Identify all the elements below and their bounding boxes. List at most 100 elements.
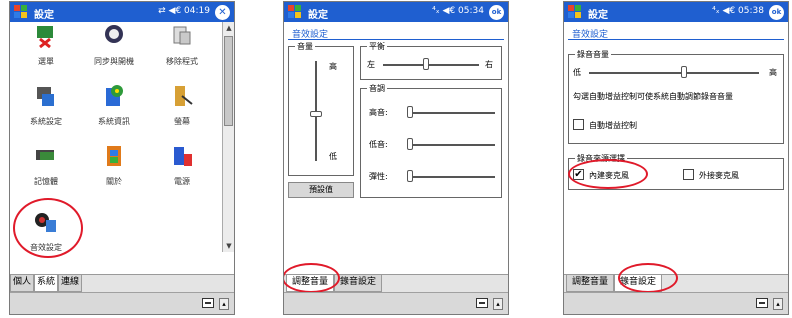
highlight-circle: [13, 198, 83, 258]
keyboard-icon[interactable]: [476, 298, 488, 308]
treble-slider-thumb[interactable]: [407, 106, 413, 118]
settings-item-label: 選單: [38, 57, 54, 66]
tab-personal[interactable]: 個人: [10, 275, 34, 292]
external-mic-checkbox[interactable]: [683, 169, 694, 180]
status-indicators[interactable]: ⁴ₓ ◀€ 05:34: [432, 6, 484, 16]
group-title: 音調: [367, 83, 387, 94]
ok-button[interactable]: ok: [489, 5, 504, 20]
settings-item-sync[interactable]: 同步與開機: [80, 18, 148, 78]
settings-item-label: 記憶體: [34, 177, 58, 186]
ok-button[interactable]: ok: [769, 5, 784, 20]
default-button[interactable]: 預設值: [288, 182, 354, 198]
record-volume-slider-track[interactable]: [589, 72, 759, 74]
title-bar: 設定 ⁴ₓ ◀€ 05:34 ok: [284, 2, 508, 22]
system-icon: [37, 87, 54, 106]
balance-left-label: 左: [367, 60, 375, 69]
settings-item-remove-programs[interactable]: 移除程式: [148, 18, 216, 78]
highlight-circle: [568, 159, 648, 189]
input-selector-arrow-icon[interactable]: ▴: [773, 298, 783, 310]
scroll-thumb[interactable]: [224, 36, 233, 126]
treble-label: 高音:: [369, 108, 388, 117]
highlight-circle: [618, 263, 678, 293]
tone-group: 音調 高音: 低音: 彈性:: [360, 83, 502, 198]
auto-gain-label: 自動增益控制: [589, 121, 637, 130]
flex-slider-thumb[interactable]: [407, 170, 413, 182]
divider: [568, 39, 784, 40]
tab-bar: 個人 系統 連線: [10, 274, 234, 292]
external-mic-label: 外接麥克風: [699, 171, 739, 180]
scroll-up-arrow-icon[interactable]: ▲: [224, 23, 234, 33]
group-title: 音量: [295, 41, 315, 52]
settings-item-label: 螢幕: [174, 117, 190, 126]
vertical-scrollbar[interactable]: ▲ ▼: [222, 22, 234, 252]
settings-item-about[interactable]: 關於: [80, 138, 148, 198]
power-icon: [174, 147, 192, 166]
flex-slider-track[interactable]: [407, 176, 495, 178]
bass-label: 低音:: [369, 140, 388, 149]
settings-item-memory[interactable]: 記憶體: [12, 138, 80, 198]
status-indicators[interactable]: ⇄ ◀€ 04:19: [158, 6, 210, 16]
group-title: 錄音音量: [575, 49, 611, 60]
settings-item-label: 系統設定: [30, 117, 62, 126]
bass-slider-thumb[interactable]: [407, 138, 413, 150]
about-icon: [107, 146, 121, 166]
record-high-label: 高: [769, 68, 777, 77]
start-menu-icon[interactable]: [14, 5, 28, 19]
settings-item-label: 電源: [174, 177, 190, 186]
title-bar: 設定 ⁴ₓ ◀€ 05:38 ok: [564, 2, 788, 22]
command-bar: ▴: [564, 292, 788, 314]
window-title: 設定: [308, 10, 328, 21]
remove-programs-icon: [173, 26, 191, 45]
screen-icon: [175, 86, 193, 106]
auto-gain-checkbox[interactable]: [573, 119, 584, 130]
volume-high-label: 高: [329, 62, 337, 71]
settings-item-screen[interactable]: 螢幕: [148, 78, 216, 138]
balance-slider-thumb[interactable]: [423, 58, 429, 70]
record-volume-slider-thumb[interactable]: [681, 66, 687, 78]
flex-label: 彈性:: [369, 172, 388, 181]
balance-group: 平衡 左 右: [360, 41, 502, 80]
tab-adjust-volume[interactable]: 調整音量: [566, 275, 614, 292]
memory-icon: [36, 150, 54, 160]
device-screen-volume-settings: 設定 ⁴ₓ ◀€ 05:34 ok 音效設定 音量 高 低 預設值 平衡 左 右…: [283, 1, 509, 315]
keyboard-icon[interactable]: [202, 298, 214, 308]
start-menu-icon[interactable]: [288, 5, 302, 19]
keyboard-icon[interactable]: [756, 298, 768, 308]
command-bar: ▴: [10, 292, 234, 314]
command-bar: ▴: [284, 292, 508, 314]
balance-right-label: 右: [485, 60, 493, 69]
settings-item-info[interactable]: 系統資訊: [80, 78, 148, 138]
window-title: 設定: [588, 10, 608, 21]
settings-item-power[interactable]: 電源: [148, 138, 216, 198]
settings-item-menu[interactable]: 選單: [12, 18, 80, 78]
close-button[interactable]: ✕: [215, 5, 230, 20]
scroll-down-arrow-icon[interactable]: ▼: [224, 241, 234, 251]
tab-connections[interactable]: 連線: [58, 275, 82, 292]
settings-item-system[interactable]: 系統設定: [12, 78, 80, 138]
device-screen-system-settings: 設定 ⇄ ◀€ 04:19 ✕ 選單 同步與開機 移除程式 系統設定 系統資訊 …: [9, 1, 235, 315]
settings-item-label: 同步與開機: [94, 57, 134, 66]
volume-low-label: 低: [329, 152, 337, 161]
start-menu-icon[interactable]: [568, 5, 582, 19]
divider: [288, 39, 504, 40]
tab-record-settings[interactable]: 錄音設定: [334, 275, 382, 292]
balance-slider-track[interactable]: [383, 64, 479, 66]
record-low-label: 低: [573, 68, 581, 77]
settings-item-label: 關於: [106, 177, 122, 186]
volume-slider-thumb[interactable]: [310, 111, 322, 117]
sync-icon: [105, 25, 123, 43]
device-screen-record-settings: 設定 ⁴ₓ ◀€ 05:38 ok 音效設定 錄音音量 低 高 勾選自動增益控制…: [563, 1, 789, 315]
treble-slider-track[interactable]: [407, 112, 495, 114]
input-selector-arrow-icon[interactable]: ▴: [219, 298, 229, 310]
info-icon: [106, 85, 123, 106]
volume-group: 音量 高 低: [288, 41, 354, 176]
bass-slider-track[interactable]: [407, 144, 495, 146]
tab-system[interactable]: 系統: [34, 275, 58, 292]
menu-icon: [37, 26, 53, 48]
settings-item-label: 系統資訊: [98, 117, 130, 126]
status-indicators[interactable]: ⁴ₓ ◀€ 05:38: [712, 6, 764, 16]
settings-item-label: 移除程式: [166, 57, 198, 66]
auto-gain-description: 勾選自動增益控制可使系統自動調節錄音音量: [573, 92, 733, 101]
record-volume-group: 錄音音量 低 高 勾選自動增益控制可使系統自動調節錄音音量 自動增益控制: [568, 49, 784, 144]
input-selector-arrow-icon[interactable]: ▴: [493, 298, 503, 310]
